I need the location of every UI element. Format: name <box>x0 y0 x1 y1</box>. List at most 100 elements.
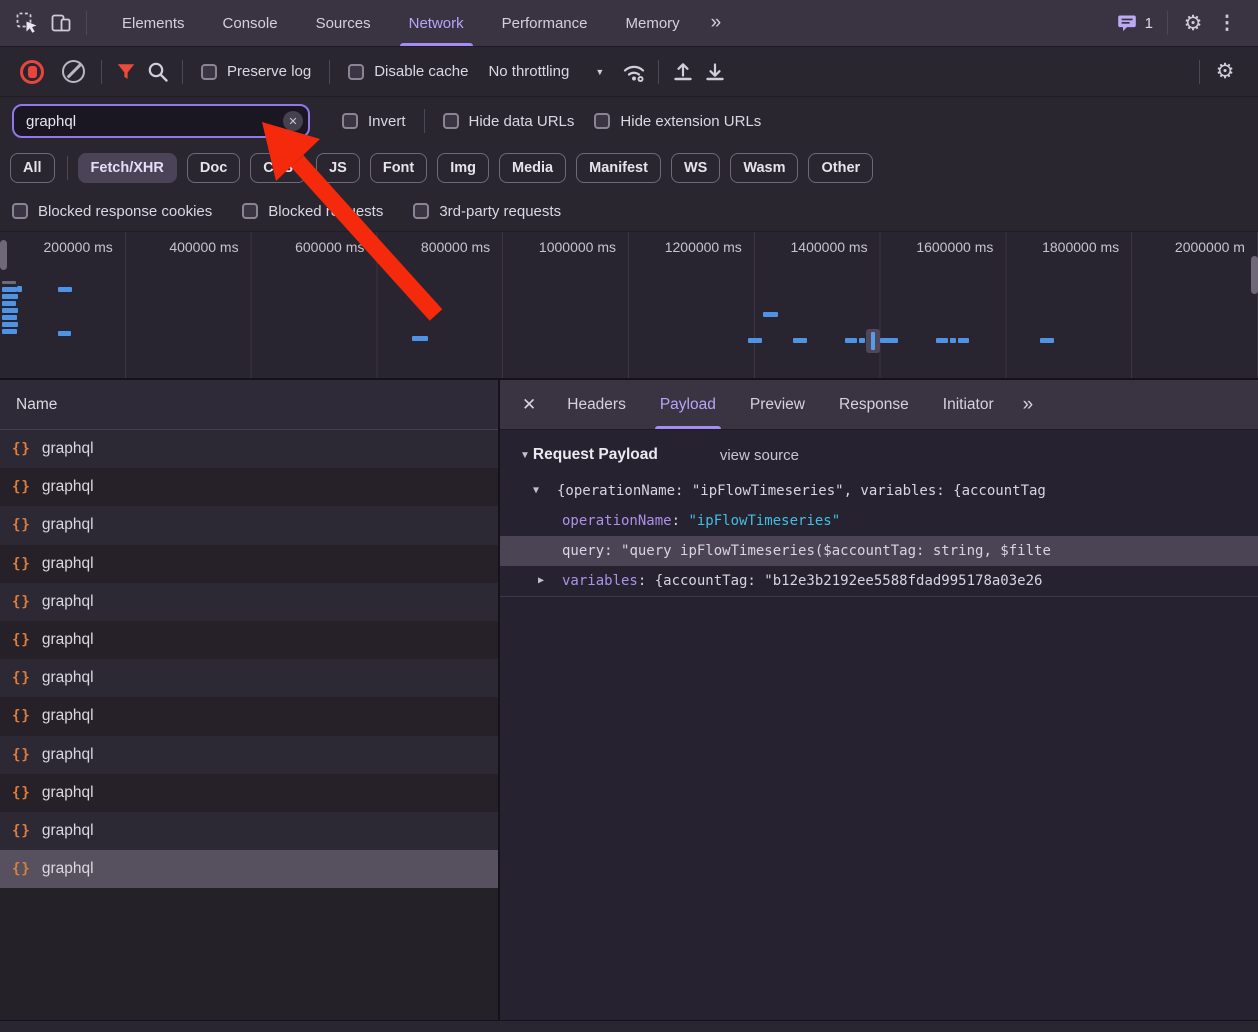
request-row[interactable]: {} graphql <box>0 659 498 697</box>
clear-filter-icon[interactable]: ✕ <box>283 111 303 131</box>
details-more-tabs-icon[interactable]: » <box>1011 394 1044 416</box>
network-settings-gear-icon[interactable]: ⚙ <box>1208 55 1242 89</box>
divider <box>424 109 425 133</box>
details-tab-payload[interactable]: Payload <box>643 380 733 429</box>
request-row[interactable]: {}graphql <box>0 812 498 850</box>
view-source-link[interactable]: view source <box>720 447 799 464</box>
inspect-element-icon[interactable] <box>10 6 44 40</box>
xhr-braces-icon: {} <box>12 441 31 457</box>
chip-media[interactable]: Media <box>499 153 566 183</box>
hide-extension-urls-checkbox[interactable]: Hide extension URLs <box>594 113 761 130</box>
chip-wasm[interactable]: Wasm <box>730 153 798 183</box>
xhr-braces-icon: {} <box>12 594 31 610</box>
request-timing-bar <box>1040 338 1054 343</box>
request-row[interactable]: {}graphql <box>0 850 498 888</box>
advanced-filters-row: Blocked response cookies Blocked requests… <box>0 191 1258 232</box>
request-timing-bar <box>936 338 948 343</box>
chip-font[interactable]: Font <box>370 153 427 183</box>
chip-img[interactable]: Img <box>437 153 489 183</box>
overview-left-handle[interactable] <box>0 240 7 270</box>
settings-gear-icon[interactable]: ⚙ <box>1176 6 1210 40</box>
xhr-braces-icon: {} <box>12 479 31 495</box>
tab-sources[interactable]: Sources <box>297 0 390 46</box>
request-row[interactable]: {}graphql <box>0 468 498 506</box>
chip-js[interactable]: JS <box>316 153 360 183</box>
expand-icon[interactable]: ▶ <box>538 566 544 596</box>
request-row[interactable]: {}graphql <box>0 545 498 583</box>
request-name: graphql <box>42 555 94 573</box>
network-filter-row: ✕ Invert Hide data URLs Hide extension U… <box>0 97 1258 145</box>
filter-funnel-icon[interactable] <box>110 56 142 88</box>
invert-checkbox[interactable]: Invert <box>342 113 406 130</box>
3rd-party-requests-checkbox[interactable]: 3rd-party requests <box>413 203 561 220</box>
details-tab-response[interactable]: Response <box>822 380 926 429</box>
kebab-menu-icon[interactable]: ⋮ <box>1210 6 1244 40</box>
chip-other[interactable]: Other <box>808 153 873 183</box>
throttling-dropdown[interactable]: No throttling ▼ <box>488 63 604 80</box>
request-timing-bar <box>2 322 18 327</box>
request-timing-bar <box>950 338 956 343</box>
network-conditions-icon[interactable] <box>618 56 650 88</box>
divider <box>1167 11 1168 35</box>
divider <box>182 60 183 84</box>
details-tab-initiator[interactable]: Initiator <box>926 380 1011 429</box>
device-toolbar-icon[interactable] <box>44 6 78 40</box>
chip-ws[interactable]: WS <box>671 153 720 183</box>
tab-memory[interactable]: Memory <box>607 0 699 46</box>
network-overview-timeline[interactable]: 200000 ms400000 ms600000 ms800000 ms1000… <box>0 232 1258 380</box>
checkbox-box <box>413 203 429 219</box>
chip-fetch-xhr[interactable]: Fetch/XHR <box>78 153 177 183</box>
tab-performance[interactable]: Performance <box>483 0 607 46</box>
request-timing-bar <box>859 338 865 343</box>
request-row[interactable]: {}graphql <box>0 621 498 659</box>
chip-all[interactable]: All <box>10 153 55 183</box>
import-har-icon[interactable] <box>667 56 699 88</box>
tab-console[interactable]: Console <box>204 0 297 46</box>
collapse-icon[interactable]: ▼ <box>533 476 539 506</box>
more-tabs-icon[interactable]: » <box>699 12 732 34</box>
chip-css[interactable]: CSS <box>250 153 306 183</box>
payload-row-operationName[interactable]: operationName: "ipFlowTimeseries" <box>500 506 1258 536</box>
checkbox-box <box>242 203 258 219</box>
request-timing-bar <box>2 315 17 320</box>
blocked-requests-checkbox[interactable]: Blocked requests <box>242 203 383 220</box>
xhr-braces-icon: {} <box>12 670 31 686</box>
blocked-response-cookies-checkbox[interactable]: Blocked response cookies <box>12 203 212 220</box>
request-row[interactable]: {}graphql <box>0 583 498 621</box>
export-har-icon[interactable] <box>699 56 731 88</box>
payload-summary-row[interactable]: ▼ {operationName: "ipFlowTimeseries", va… <box>500 476 1258 506</box>
network-toolbar: Preserve log Disable cache No throttling… <box>0 47 1258 97</box>
preserve-log-checkbox[interactable]: Preserve log <box>201 63 311 80</box>
request-row[interactable]: {}graphql <box>0 774 498 812</box>
selected-request-marker <box>866 329 880 353</box>
payload-row-variables[interactable]: ▶ variables: {accountTag: "b12e3b2192ee5… <box>500 566 1258 596</box>
dropdown-caret-icon: ▼ <box>595 67 604 77</box>
chip-doc[interactable]: Doc <box>187 153 240 183</box>
overview-right-handle[interactable] <box>1251 256 1258 294</box>
filter-input[interactable] <box>12 104 310 138</box>
chip-manifest[interactable]: Manifest <box>576 153 661 183</box>
request-name: graphql <box>42 669 94 687</box>
search-icon[interactable] <box>142 56 174 88</box>
details-tab-headers[interactable]: Headers <box>550 380 643 429</box>
hide-data-urls-checkbox[interactable]: Hide data URLs <box>443 113 575 130</box>
overview-tick: 1400000 ms <box>755 232 881 262</box>
collapse-icon[interactable]: ▼ <box>520 450 530 461</box>
clear-network-log-button[interactable] <box>62 60 85 83</box>
xhr-braces-icon: {} <box>12 823 31 839</box>
record-network-log-button[interactable] <box>20 60 44 84</box>
disable-cache-checkbox[interactable]: Disable cache <box>348 63 468 80</box>
close-details-icon[interactable]: ✕ <box>510 395 550 415</box>
request-row[interactable]: {}graphql <box>0 430 498 468</box>
issues-indicator[interactable]: 1 <box>1112 14 1159 32</box>
request-row[interactable]: {}graphql <box>0 506 498 544</box>
tab-network[interactable]: Network <box>390 0 483 46</box>
tab-elements[interactable]: Elements <box>103 0 204 46</box>
payload-row-query[interactable]: query: "query ipFlowTimeseries($accountT… <box>500 536 1258 566</box>
request-row[interactable]: {}graphql <box>0 736 498 774</box>
request-row[interactable]: {}graphql <box>0 697 498 735</box>
name-column-header[interactable]: Name <box>0 380 498 430</box>
request-name: graphql <box>42 784 94 802</box>
overview-tick: 1800000 ms <box>1006 232 1132 262</box>
details-tab-preview[interactable]: Preview <box>733 380 822 429</box>
